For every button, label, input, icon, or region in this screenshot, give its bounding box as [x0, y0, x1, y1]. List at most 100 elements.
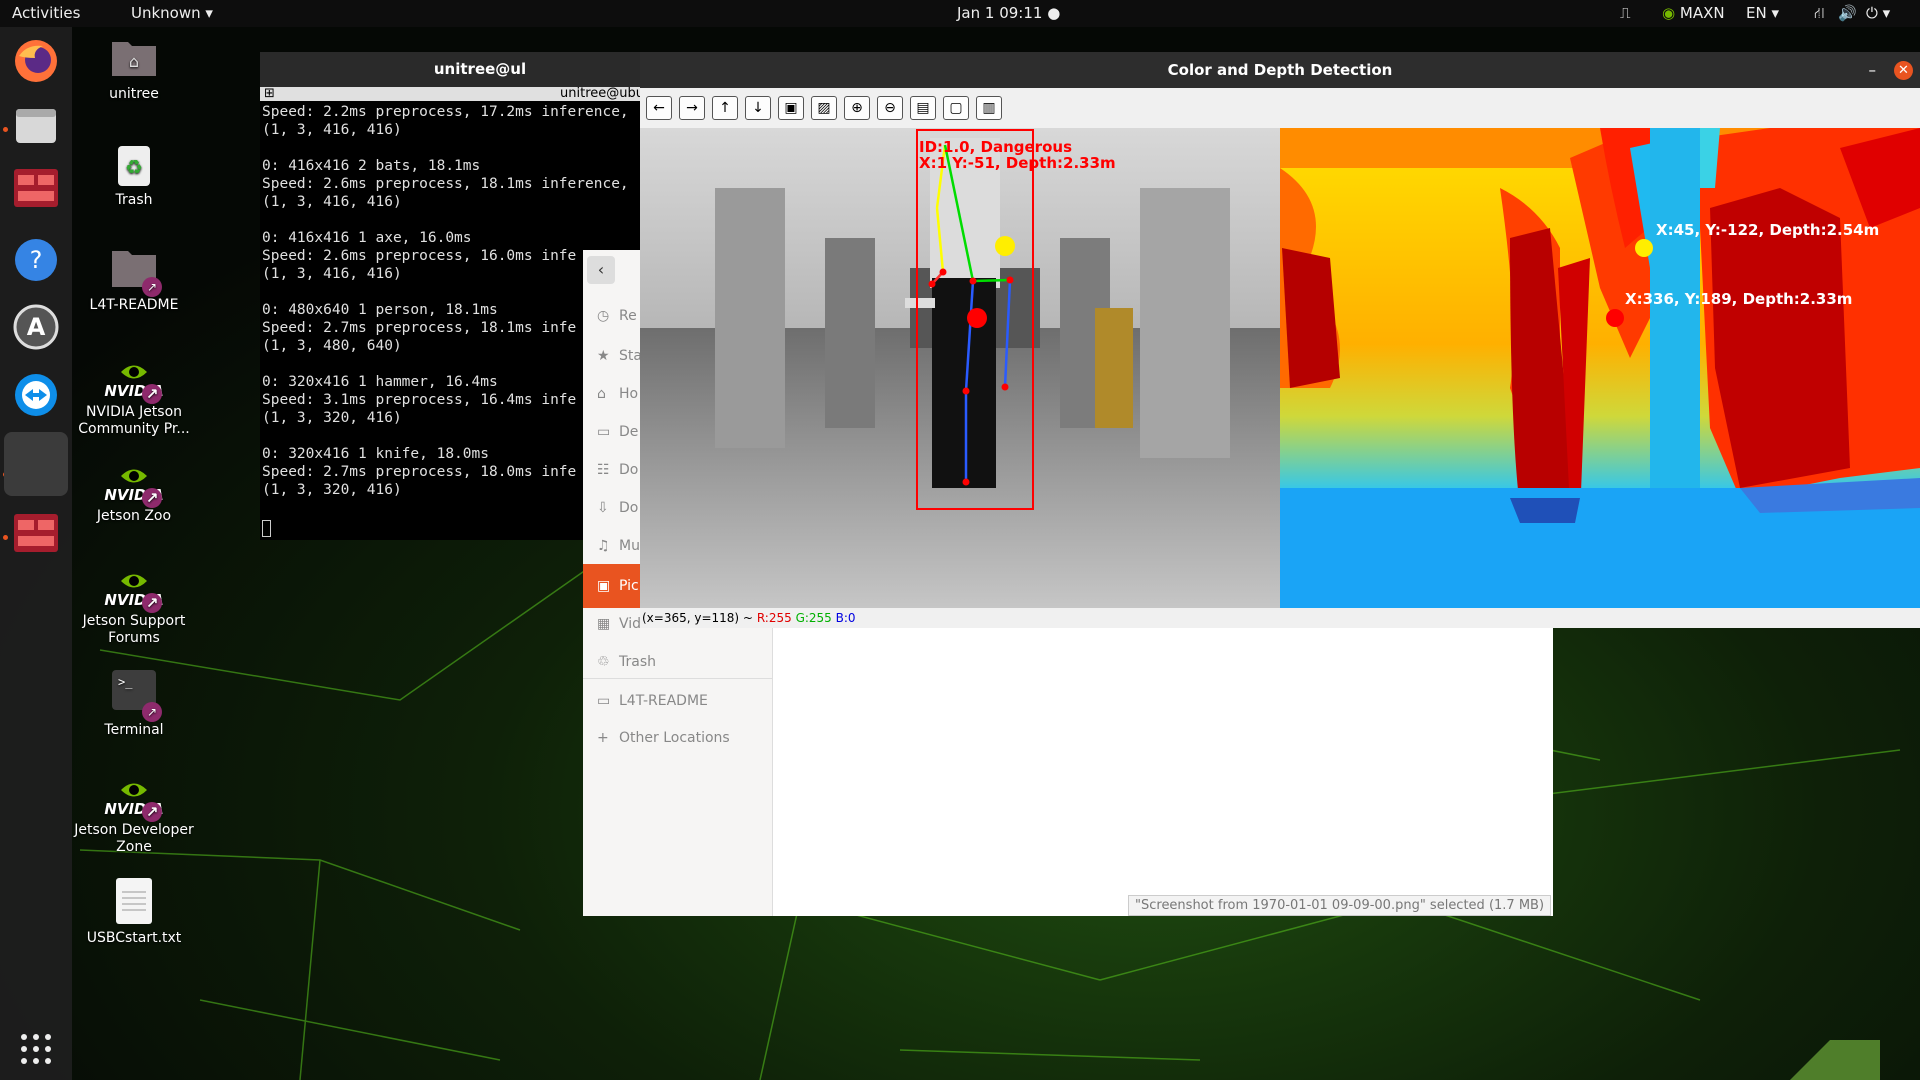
pan-left-icon[interactable]: ←: [646, 96, 672, 120]
network-wired-icon[interactable]: ⎍: [1620, 4, 1631, 22]
sidebar-item-label: Pic: [619, 578, 639, 594]
zoom-out-icon[interactable]: ⊖: [877, 96, 903, 120]
desktop-icon-jetson-support[interactable]: NVIDIA ↗ Jetson Support Forums: [69, 561, 199, 647]
sidebar-item-label: Other Locations: [619, 730, 730, 746]
app-menu[interactable]: Unknown ▾: [131, 4, 213, 22]
detection-image[interactable]: ID:1.0, Dangerous X:1 Y:-51, Depth:2.33m: [640, 128, 1920, 608]
viewer-toolbar: ← → ↑ ↓ ▣ ▨ ⊕ ⊖ ▤ ▢ ▥: [640, 88, 1920, 128]
trash-icon: ♻: [110, 140, 158, 188]
back-icon[interactable]: ‹: [587, 256, 615, 284]
depth-point-red: [967, 308, 987, 328]
pixel-status-bar: (x=365, y=118) ~ R:255 G:255 B:0: [640, 608, 1920, 628]
software-updater-icon[interactable]: A: [8, 299, 64, 355]
terminal-line: (1, 3, 416, 416): [262, 122, 402, 138]
sidebar-item-label: Trash: [619, 654, 656, 670]
desktop-icon-jetson-zoo[interactable]: NVIDIA ↗ Jetson Zoo: [69, 456, 199, 525]
sidebar-item-label: Do: [619, 500, 639, 516]
sidebar-item-label: De: [619, 424, 639, 440]
desktop-icon-terminal[interactable]: >_ ↗ Terminal: [69, 670, 199, 739]
chevron-down-icon: ▾: [205, 4, 213, 22]
sidebar-item-label: Vid: [619, 616, 642, 632]
sidebar-item-icon: +: [597, 730, 609, 746]
network-icon[interactable]: ⛙: [1814, 4, 1825, 24]
terminal-title: unitree@ul: [260, 52, 700, 87]
nvidia-logo-icon: NVIDIA ↗: [104, 770, 164, 822]
properties-icon[interactable]: ▢: [943, 96, 969, 120]
depth-point-yellow-2: [1635, 239, 1653, 257]
pan-down-icon[interactable]: ↓: [745, 96, 771, 120]
nvidia-logo-icon: NVIDIA ↗: [104, 561, 164, 613]
notification-dot-icon: ●: [1047, 4, 1061, 22]
minimize-icon[interactable]: –: [1869, 52, 1877, 88]
terminal-cursor: [262, 520, 271, 537]
active-app-slot[interactable]: [4, 432, 68, 496]
power-icon[interactable]: ⏻ ▾: [1866, 4, 1890, 22]
color-camera-view: [640, 128, 1280, 608]
sidebar-item-label: Do: [619, 462, 639, 478]
depth-point-yellow: [995, 236, 1015, 256]
sidebar-item-other-locations[interactable]: + Other Locations: [583, 716, 773, 760]
desktop-icon-jetson-developer[interactable]: NVIDIA ↗ Jetson Developer Zone: [69, 770, 199, 856]
desktop-icon-nvidia-community[interactable]: NVIDIA ↗ NVIDIA Jetson Community Pr...: [69, 352, 199, 438]
pan-up-icon[interactable]: ↑: [712, 96, 738, 120]
desktop-icon-usbcstart[interactable]: USBCstart.txt: [69, 878, 199, 947]
nvidia-logo-icon: NVIDIA ↗: [104, 456, 164, 508]
power-mode-indicator[interactable]: ◉ MAXN: [1662, 4, 1725, 22]
svg-text:A: A: [27, 313, 46, 341]
zoom-in-icon[interactable]: ⊕: [844, 96, 870, 120]
terminal-line: 0: 416x416 1 axe, 16.0ms: [262, 230, 472, 246]
status-bar: "Screenshot from 1970-01-01 09-09-00.png…: [1128, 895, 1552, 916]
sidebar-item-label: Re: [619, 308, 637, 324]
sidebar-item-label: Sta: [619, 348, 642, 364]
sidebar-item-label: Ho: [619, 386, 639, 402]
new-tab-icon[interactable]: ⊞: [264, 87, 275, 101]
nvidia-logo-icon: ◉: [1662, 4, 1676, 22]
show-applications-icon[interactable]: [8, 1021, 64, 1077]
svg-text:?: ?: [30, 246, 43, 274]
shortcut-arrow-icon: ↗: [142, 277, 162, 297]
zoom-original-icon[interactable]: ▨: [811, 96, 837, 120]
pan-right-icon[interactable]: →: [679, 96, 705, 120]
terminal-line: Speed: 2.6ms preprocess, 18.1ms inferenc…: [262, 176, 629, 192]
overlay-icon[interactable]: ▥: [976, 96, 1002, 120]
window-title: Color and Depth Detection – ✕: [640, 52, 1920, 88]
terminal-line: 0: 416x416 2 bats, 18.1ms: [262, 158, 481, 174]
activities-button[interactable]: Activities: [12, 4, 80, 22]
help-icon[interactable]: ?: [8, 232, 64, 288]
files-icon[interactable]: [8, 97, 64, 153]
language-indicator[interactable]: EN ▾: [1746, 4, 1779, 22]
sidebar-item-label: L4T-README: [619, 693, 708, 709]
svg-text:⌂: ⌂: [129, 52, 139, 71]
firefox-icon[interactable]: [8, 33, 64, 89]
close-icon[interactable]: ✕: [1894, 61, 1913, 80]
sidebar-item-icon: ◷: [597, 308, 610, 324]
zoom-fit-icon[interactable]: ▣: [778, 96, 804, 120]
clock[interactable]: Jan 1 09:11 ●: [957, 4, 1060, 22]
top-bar: Activities Unknown ▾ Jan 1 09:11 ● ⎍ ◉ M…: [0, 0, 1920, 27]
app-launcher-red-icon[interactable]: [8, 160, 64, 216]
desktop-icon-l4t-readme[interactable]: ↗ L4T-README: [69, 245, 199, 314]
volume-icon[interactable]: 🔊: [1838, 4, 1857, 22]
svg-text:>_: >_: [118, 675, 133, 689]
terminal-line: (1, 3, 416, 416): [262, 194, 402, 210]
desktop-icon-home[interactable]: ⌂ unitree: [69, 34, 199, 103]
text-file-icon: [110, 878, 158, 926]
desktop-icon-trash[interactable]: ♻ Trash: [69, 140, 199, 209]
sidebar-item-icon: ♫: [597, 538, 610, 554]
teamviewer-icon[interactable]: [8, 367, 64, 423]
nvidia-logo-icon: NVIDIA ↗: [104, 352, 164, 404]
depth-label-2: X:336, Y:189, Depth:2.33m: [1625, 290, 1852, 308]
depth-point-red-2: [1606, 309, 1624, 327]
detection-window[interactable]: Color and Depth Detection – ✕ ← → ↑ ↓ ▣ ▨ ⊕ ⊖ ▤ ▢…: [640, 52, 1920, 628]
terminal-icon: >_ ↗: [110, 670, 162, 722]
depth-label-1: X:45, Y:-122, Depth:2.54m: [1656, 221, 1879, 239]
app-launcher-red-icon-2[interactable]: [8, 505, 64, 561]
terminal-tab[interactable]: ⊞ unitree@ubu: [260, 87, 700, 101]
dock: ? A: [0, 27, 72, 1080]
sidebar-item-label: Mu: [619, 538, 640, 554]
svg-text:♻: ♻: [125, 155, 143, 179]
save-icon[interactable]: ▤: [910, 96, 936, 120]
depth-camera-view: [1280, 128, 1920, 608]
